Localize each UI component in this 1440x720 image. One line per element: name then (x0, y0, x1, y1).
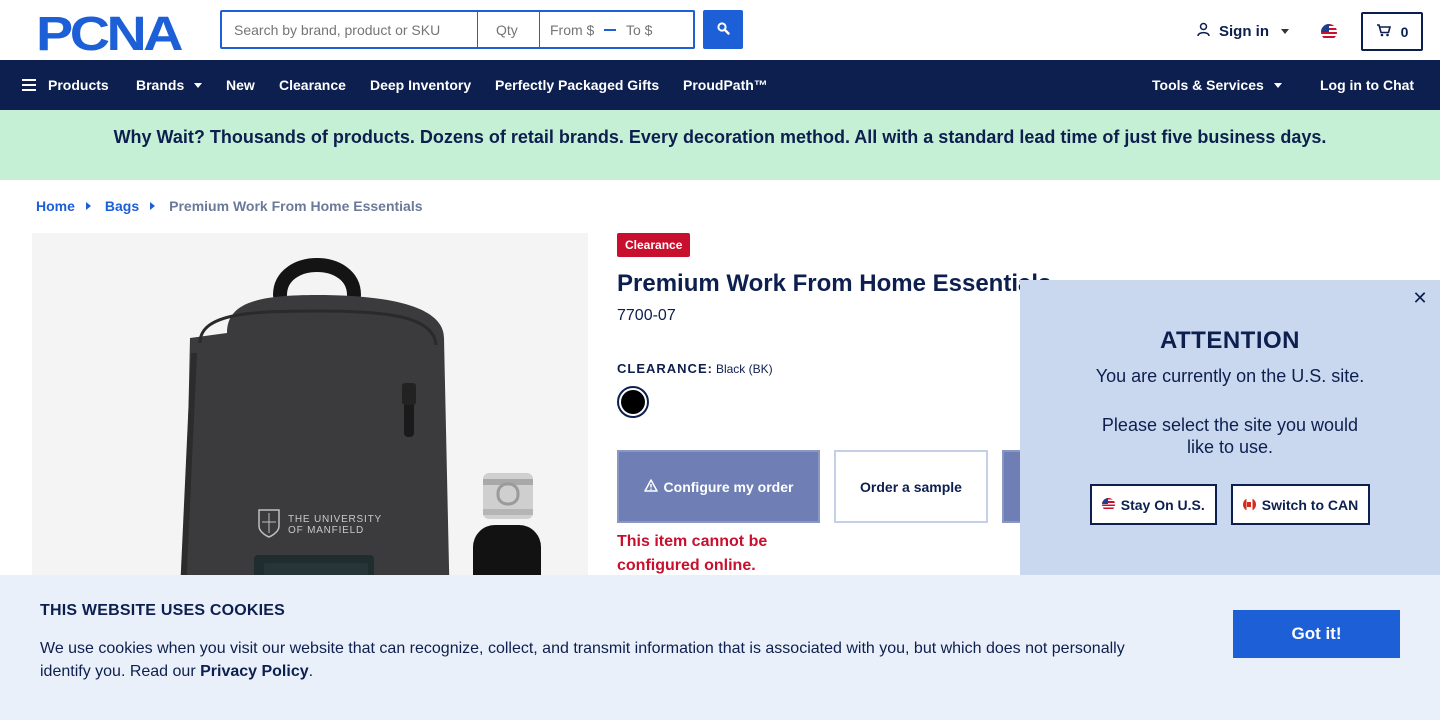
cart-icon (1376, 23, 1391, 40)
cart-count: 0 (1400, 23, 1409, 40)
attention-title: ATTENTION (1159, 327, 1301, 354)
nav-clearance[interactable]: Clearance (279, 60, 346, 110)
cookie-text: We use cookies when you visit our websit… (40, 637, 1150, 683)
svg-text:THE UNIVERSITY: THE UNIVERSITY (288, 514, 382, 525)
nav-products[interactable]: Products (22, 60, 109, 110)
nav-brands[interactable]: Brands (136, 60, 203, 110)
swatch-fill (621, 390, 645, 414)
nav-new[interactable]: New (226, 60, 255, 110)
sign-in-label: Sign in (1219, 23, 1269, 40)
breadcrumb-bags[interactable]: Bags (105, 198, 139, 214)
attention-message: You are currently on the U.S. site. (1095, 366, 1365, 386)
promo-text: Why Wait? Thousands of products. Dozens … (113, 127, 1327, 147)
clearance-badge: Clearance (617, 233, 691, 257)
nav-brands-label: Brands (136, 77, 185, 93)
nav-perfectly-packaged-gifts[interactable]: Perfectly Packaged Gifts (495, 60, 659, 110)
privacy-policy-link[interactable]: Privacy Policy (200, 663, 309, 680)
sign-in-menu[interactable]: Sign in (1196, 22, 1289, 41)
search-icon (716, 21, 730, 38)
nav-log-in-to-chat[interactable]: Log in to Chat (1320, 60, 1414, 110)
chevron-down-icon (1281, 29, 1289, 34)
search-input[interactable] (220, 10, 478, 49)
nav-tools-label: Tools & Services (1152, 77, 1264, 93)
user-icon (1196, 22, 1211, 41)
breadcrumb-chevron-icon (150, 202, 156, 210)
site-selection-modal: ✕ ATTENTION You are currently on the U.S… (1020, 280, 1440, 580)
color-label: CLEARANCE: Black (BK) (617, 361, 773, 376)
chevron-down-icon (194, 82, 203, 88)
breadcrumb-current: Premium Work From Home Essentials (169, 198, 423, 214)
price-to-input[interactable] (626, 21, 674, 38)
svg-text:OF MANFIELD: OF MANFIELD (288, 525, 364, 536)
svg-text:™: ™ (174, 45, 181, 52)
cookie-banner: THIS WEBSITE USES COOKIES We use cookies… (0, 575, 1440, 720)
site-buttons: Stay On U.S. Switch to CAN (1020, 484, 1440, 525)
price-range-dash (604, 28, 616, 31)
chevron-down-icon (1273, 82, 1282, 88)
cart-button[interactable]: 0 (1361, 12, 1423, 51)
warning-icon (643, 478, 658, 495)
stay-on-us-label: Stay On U.S. (1120, 496, 1205, 513)
configure-order-button[interactable]: Configure my order (617, 450, 820, 523)
promo-banner: Why Wait? Thousands of products. Dozens … (0, 110, 1440, 180)
svg-text:PCNA: PCNA (36, 12, 183, 52)
color-label-prefix: CLEARANCE: (617, 361, 713, 376)
nav-tools-services[interactable]: Tools & Services (1152, 60, 1282, 110)
site-header: PCNA ™ Sign in 0 (0, 0, 1440, 60)
nav-deep-inventory[interactable]: Deep Inventory (370, 60, 471, 110)
breadcrumb-chevron-icon (85, 202, 91, 210)
search-bar (220, 10, 695, 49)
quantity-input[interactable] (478, 10, 540, 49)
price-from-input[interactable] (550, 21, 598, 38)
color-swatch-black[interactable] (617, 386, 649, 418)
breadcrumb-home[interactable]: Home (36, 198, 75, 214)
product-title: Premium Work From Home Essentials (617, 270, 1052, 297)
switch-to-can-label: Switch to CAN (1261, 496, 1359, 513)
cookie-title: THIS WEBSITE USES COOKIES (40, 602, 286, 619)
configure-order-label: Configure my order (663, 478, 794, 495)
price-range (540, 10, 695, 49)
canada-flag-icon (1242, 498, 1256, 511)
switch-to-can-button[interactable]: Switch to CAN (1230, 484, 1371, 525)
us-flag-icon[interactable] (1321, 24, 1337, 40)
nav-proudpath[interactable]: ProudPath™ (683, 60, 768, 110)
us-flag-icon (1101, 498, 1115, 511)
menu-icon (22, 79, 36, 91)
breadcrumb: Home Bags Premium Work From Home Essenti… (36, 198, 423, 214)
nav-products-label: Products (48, 77, 109, 93)
order-sample-button[interactable]: Order a sample (834, 450, 988, 523)
cookie-suffix: . (308, 663, 314, 680)
product-sku: 7700-07 (617, 307, 676, 324)
main-nav: Products Brands New Clearance Deep Inven… (0, 60, 1440, 110)
accept-cookies-button[interactable]: Got it! (1233, 610, 1400, 658)
search-button[interactable] (703, 10, 743, 49)
configure-warning: This item cannot be configured online. (617, 533, 768, 574)
close-icon[interactable]: ✕ (1410, 288, 1430, 308)
color-value: Black (BK) (715, 362, 773, 376)
pcna-logo[interactable]: PCNA ™ (36, 12, 184, 52)
stay-on-us-button[interactable]: Stay On U.S. (1089, 484, 1217, 525)
attention-prompt: Please select the site you would like to… (1101, 415, 1359, 457)
